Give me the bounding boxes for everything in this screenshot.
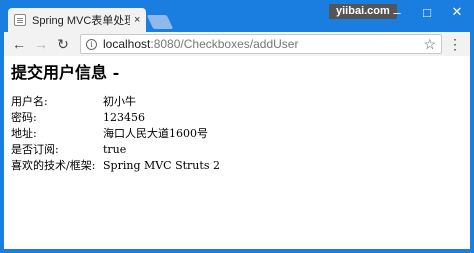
star-icon[interactable]: ☆ xyxy=(423,36,436,53)
browser-toolbar: ← → ↻ i localhost:8080/Checkboxes/addUse… xyxy=(4,32,470,56)
field-label: 地址: xyxy=(11,127,37,140)
new-tab-button[interactable] xyxy=(146,15,174,29)
field-label: 用户名: xyxy=(11,95,48,108)
forward-icon[interactable]: → xyxy=(32,36,50,52)
user-info-table: 用户名: 初小牛 密码: 123456 地址: 海口人民大道1600号 是否订阅… xyxy=(11,93,220,173)
address-bar[interactable]: i localhost:8080/Checkboxes/addUser ☆ xyxy=(80,34,442,54)
title-bar: Spring MVC表单处理（ × yiibai.com – □ ✕ xyxy=(4,0,470,32)
reload-icon[interactable]: ↻ xyxy=(54,36,72,53)
field-label: 喜欢的技术/框架: xyxy=(11,159,96,172)
tab-title: Spring MVC表单处理（ xyxy=(32,15,130,27)
browser-tab[interactable]: Spring MVC表单处理（ × xyxy=(8,8,146,32)
close-window-icon[interactable]: ✕ xyxy=(442,2,472,22)
field-value: 海口人民大道1600号 xyxy=(103,127,208,140)
page-icon xyxy=(14,14,26,26)
table-row: 地址: 海口人民大道1600号 xyxy=(11,125,220,141)
field-value: true xyxy=(103,142,127,156)
table-row: 密码: 123456 xyxy=(11,109,220,125)
field-value: 初小牛 xyxy=(103,95,136,108)
table-row: 用户名: 初小牛 xyxy=(11,93,220,109)
field-label: 是否订阅: xyxy=(11,143,59,156)
browser-window: Spring MVC表单处理（ × yiibai.com – □ ✕ ← → ↻… xyxy=(0,0,474,253)
field-value: 123456 xyxy=(103,110,145,124)
back-icon[interactable]: ← xyxy=(10,36,28,52)
url-path: :8080/Checkboxes/addUser xyxy=(150,37,299,51)
field-value: Spring MVC Struts 2 xyxy=(103,158,220,172)
menu-icon[interactable]: ⋮ xyxy=(446,36,464,53)
info-icon[interactable]: i xyxy=(86,38,97,50)
maximize-icon[interactable]: □ xyxy=(412,2,442,22)
page-content: 提交用户信息 - 用户名: 初小牛 密码: 123456 地址: 海口人民大道1… xyxy=(4,56,470,249)
url-host: localhost xyxy=(103,37,151,51)
tab-close-icon[interactable]: × xyxy=(134,14,140,26)
table-row: 喜欢的技术/框架: Spring MVC Struts 2 xyxy=(11,157,220,173)
minimize-icon[interactable]: – xyxy=(382,2,412,22)
page-title: 提交用户信息 - xyxy=(11,63,120,82)
table-row: 是否订阅: true xyxy=(11,141,220,157)
field-label: 密码: xyxy=(11,111,37,124)
